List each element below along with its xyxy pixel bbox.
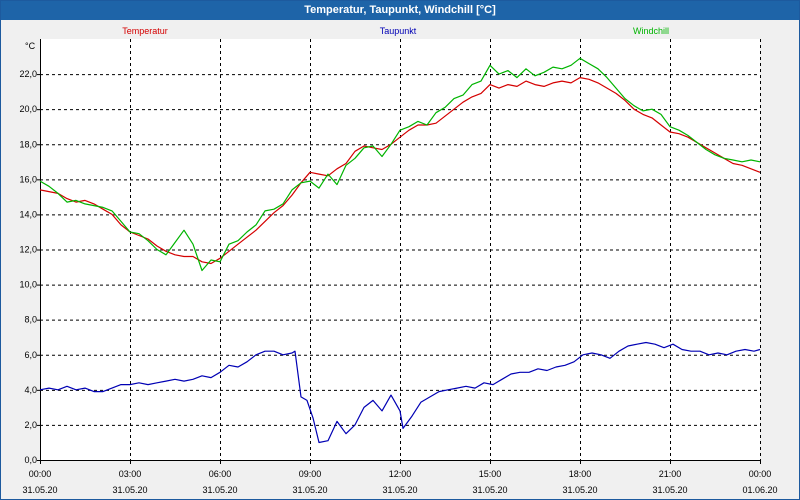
y-tick-label: 8,0 xyxy=(24,315,37,325)
y-tick-label: 4,0 xyxy=(24,385,37,395)
x-tick-label-date: 31.05.20 xyxy=(562,485,597,495)
x-tick-label-time: 03:00 xyxy=(119,469,142,479)
x-tick-label-date: 01.06.20 xyxy=(742,485,777,495)
legend-entry-taupunkt: Taupunkt xyxy=(380,26,417,36)
y-tick-label: 20,0 xyxy=(19,104,37,114)
y-axis-label: °C xyxy=(25,41,36,51)
x-tick-label-time: 21:00 xyxy=(659,469,682,479)
x-tick-label-date: 31.05.20 xyxy=(652,485,687,495)
x-tick-label-time: 00:00 xyxy=(749,469,772,479)
y-tick-label: 22,0 xyxy=(19,69,37,79)
x-tick-label-time: 12:00 xyxy=(389,469,412,479)
x-tick-label-time: 18:00 xyxy=(569,469,592,479)
x-tick-label-date: 31.05.20 xyxy=(382,485,417,495)
x-tick-label-date: 31.05.20 xyxy=(112,485,147,495)
x-tick-label-time: 09:00 xyxy=(299,469,322,479)
y-tick-label: 12,0 xyxy=(19,245,37,255)
y-tick-label: 2,0 xyxy=(24,420,37,430)
x-tick-label-date: 31.05.20 xyxy=(292,485,327,495)
x-tick-label-date: 31.05.20 xyxy=(472,485,507,495)
y-tick-label: 0,0 xyxy=(24,455,37,465)
chart-window: Temperatur, Taupunkt, Windchill [°C] 0,0… xyxy=(0,0,800,500)
x-tick-label-time: 06:00 xyxy=(209,469,232,479)
y-tick-label: 14,0 xyxy=(19,209,37,219)
y-tick-label: 16,0 xyxy=(19,174,37,184)
legend-entry-windchill: Windchill xyxy=(633,26,669,36)
x-tick-label-date: 31.05.20 xyxy=(22,485,57,495)
legend-entry-temperatur: Temperatur xyxy=(122,26,168,36)
y-tick-label: 6,0 xyxy=(24,350,37,360)
y-tick-label: 18,0 xyxy=(19,139,37,149)
x-tick-label-date: 31.05.20 xyxy=(202,485,237,495)
y-tick-label: 10,0 xyxy=(19,280,37,290)
x-tick-label-time: 15:00 xyxy=(479,469,502,479)
x-tick-label-time: 00:00 xyxy=(29,469,52,479)
line-chart: 0,0 2,0 4,0 6,0 8,0 10,0 12,0 14,0 16,0 18,0 20,0 2… xyxy=(19,26,777,495)
